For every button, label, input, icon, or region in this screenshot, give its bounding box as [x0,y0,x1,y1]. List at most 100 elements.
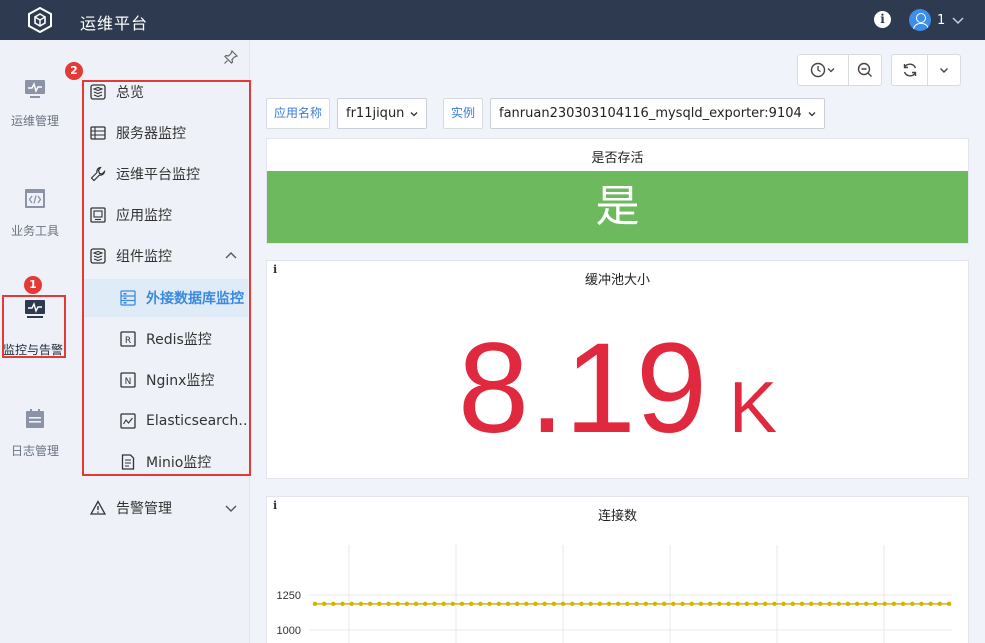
zoom-out-button[interactable] [849,55,881,85]
stat-value: 8.19 [457,317,708,460]
warning-icon [90,500,106,515]
data-point [919,601,924,607]
data-point [395,601,400,607]
logo-cube-icon[interactable] [26,6,54,34]
rail-item-ops-management[interactable]: 运维管理 [0,78,70,158]
data-point [873,601,878,607]
data-point [579,601,584,607]
data-point [570,601,575,607]
rail-item-label: 监控与告警 [2,343,63,357]
data-point [625,601,630,607]
nav-item-platform-monitor[interactable]: 运维平台监控 [84,155,248,193]
rail-item-business-tools[interactable]: 业务工具 [0,188,70,268]
monitor-pulse-icon [25,300,45,318]
user-menu[interactable]: 1 [909,9,965,31]
data-point [937,601,943,607]
data-point [836,601,841,607]
app-name-value: fr11jiqun [346,106,405,121]
panel-title: 连接数 [597,509,637,524]
nav-item-nginx-monitor[interactable]: N Nginx监控 [84,361,248,399]
nav-item-minio-monitor[interactable]: Minio监控 [84,443,248,481]
monitor-screen-icon [25,80,45,98]
data-point [606,601,612,607]
data-point [432,601,437,607]
data-point [753,601,759,607]
data-point [560,601,566,607]
nav-item-elasticsearch-monitor[interactable]: Elasticsearch… [84,402,252,440]
chevron-down-icon[interactable] [951,13,965,27]
nav-item-label: 应用监控 [116,208,172,224]
data-point [413,601,419,607]
nav-item-server-monitor[interactable]: 服务器监控 [84,114,248,152]
data-point [524,601,529,607]
data-point [799,601,805,607]
chevron-up-icon[interactable] [224,249,238,263]
nav-item-label: 运维平台监控 [116,167,200,183]
stat-unit: K [729,368,778,448]
pin-icon[interactable] [223,49,239,65]
data-point [487,601,492,607]
data-point [377,601,382,607]
data-point [818,601,823,607]
nav-item-external-db-monitor[interactable]: 外接数据库监控 [84,279,248,317]
nav-item-alert-management[interactable]: 告警管理 [84,489,248,527]
code-window-icon [25,189,45,208]
zoom-out-icon [857,62,872,77]
rail-item-label: 日志管理 [10,444,59,458]
document-icon [121,454,135,470]
chart-window-icon [120,413,136,429]
data-point [533,601,538,607]
refresh-toolbar [891,54,961,86]
nav-item-label: Redis监控 [146,332,212,348]
y-tick-label: 1000 [277,625,301,637]
data-point [689,601,694,607]
chevron-down-icon[interactable] [224,501,238,515]
data-point [514,601,520,607]
time-range-button[interactable] [798,55,848,85]
data-point [671,601,676,607]
data-point [735,601,740,607]
caret-down-icon [410,111,418,116]
data-point [597,601,603,607]
data-point [946,601,952,607]
user-name[interactable]: 1 [937,13,945,28]
data-point [910,601,915,607]
data-point [827,601,832,607]
rail-item-log-management[interactable]: 日志管理 [0,408,70,488]
data-point [854,601,860,607]
panel-title: 缓冲池大小 [584,273,650,288]
data-point [680,601,685,607]
avatar-icon[interactable] [909,9,931,31]
info-icon[interactable]: i [874,11,891,28]
app-title: 运维平台 [80,14,149,33]
data-point [349,601,354,607]
alive-panel: 是否存活 是 [266,138,969,244]
data-point [726,601,731,607]
nav-item-label: 总览 [116,85,144,101]
nav-item-redis-monitor[interactable]: R Redis监控 [84,320,248,358]
refresh-icon [903,63,916,77]
data-point [404,601,410,607]
instance-select[interactable]: fanruan230303104116_mysqld_exporter:9104 [490,98,825,129]
nav-item-overview[interactable]: 总览 [84,73,248,111]
app-name-select[interactable]: fr11jiqun [337,98,428,129]
chevron-down-icon [940,68,949,73]
data-point [634,601,639,607]
data-point [367,601,373,607]
data-point [882,601,887,607]
nav-item-app-monitor[interactable]: 应用监控 [84,196,248,234]
data-point [321,601,327,607]
data-point [928,601,933,607]
data-point [707,601,713,607]
nav-item-label: 外接数据库监控 [146,291,244,307]
data-point [505,601,511,607]
refresh-button[interactable] [892,55,927,85]
data-point [358,601,364,607]
refresh-interval-dropdown[interactable] [928,55,960,85]
alive-status-value: 是 [267,171,968,243]
rail-item-monitoring-alerts[interactable]: 监控与告警 [0,298,70,378]
nav-item-component-monitor[interactable]: 组件监控 [84,237,248,275]
data-point [845,601,851,607]
connections-line-chart: 12501000750 [277,545,952,643]
data-point [496,601,501,607]
